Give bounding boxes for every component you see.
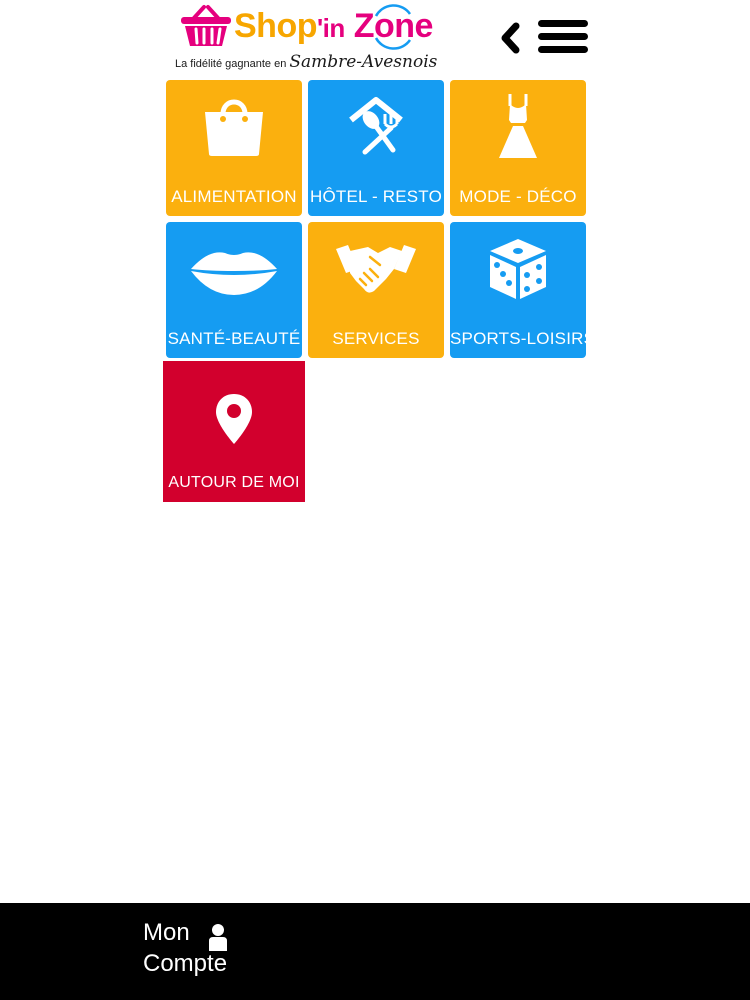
- tile-label: MODE - DÉCO: [459, 187, 577, 206]
- app-header: Shop'in Zone La fidélité gagnante en Samb…: [0, 0, 750, 78]
- shopping-bag-icon: [205, 99, 263, 156]
- shopinzone-logo[interactable]: Shop'in Zone La fidélité gagnante en Samb…: [172, 2, 462, 72]
- logo-shop-text: Shop: [234, 7, 317, 45]
- menu-button[interactable]: [538, 20, 588, 56]
- tagline-region: Sambre-Avesnois: [289, 52, 438, 72]
- chevron-left-icon: [501, 22, 520, 54]
- map-pin-icon: [216, 394, 252, 444]
- dice-icon: [490, 239, 546, 299]
- hamburger-menu-icon: [538, 20, 588, 27]
- logo-tagline: La fidélité gagnante en Sambre-Avesnois: [175, 52, 437, 72]
- back-button[interactable]: [498, 20, 524, 56]
- tile-label: SERVICES: [332, 329, 420, 348]
- handshake-icon: [336, 245, 416, 293]
- logo-swoosh-icon: [374, 4, 412, 50]
- bottom-bar: Mon Compte: [0, 903, 750, 1000]
- lips-icon: [191, 252, 277, 295]
- basket-icon: [181, 5, 231, 46]
- house-fork-spoon-icon: [349, 97, 403, 155]
- tile-mode-deco[interactable]: MODE - DÉCO: [450, 80, 586, 216]
- tile-label: SANTÉ-BEAUTÉ: [167, 329, 301, 348]
- tile-sante-beaute[interactable]: SANTÉ-BEAUTÉ: [166, 222, 302, 358]
- tile-hotel-resto[interactable]: HÔTEL - RESTO: [308, 80, 444, 216]
- dress-icon: [499, 94, 537, 158]
- tile-label: HÔTEL - RESTO: [309, 187, 442, 206]
- account-label-line2: Compte: [143, 950, 228, 977]
- tile-sports-loisirs[interactable]: SPORTS-LOISIRS: [450, 222, 586, 358]
- tile-label: ALIMENTATION: [171, 187, 297, 206]
- tile-autour-de-moi[interactable]: AUTOUR DE MOI: [163, 361, 305, 502]
- tile-label: AUTOUR DE MOI: [168, 474, 300, 491]
- my-account-button[interactable]: Mon Compte: [143, 917, 227, 979]
- user-icon: [209, 924, 227, 951]
- tile-services[interactable]: SERVICES: [308, 222, 444, 358]
- tile-alimentation[interactable]: ALIMENTATION: [166, 80, 302, 216]
- tagline-prefix: La fidélité gagnante en: [175, 58, 287, 70]
- logo-in-text: 'in: [316, 13, 345, 43]
- tile-label: SPORTS-LOISIRS: [450, 329, 586, 348]
